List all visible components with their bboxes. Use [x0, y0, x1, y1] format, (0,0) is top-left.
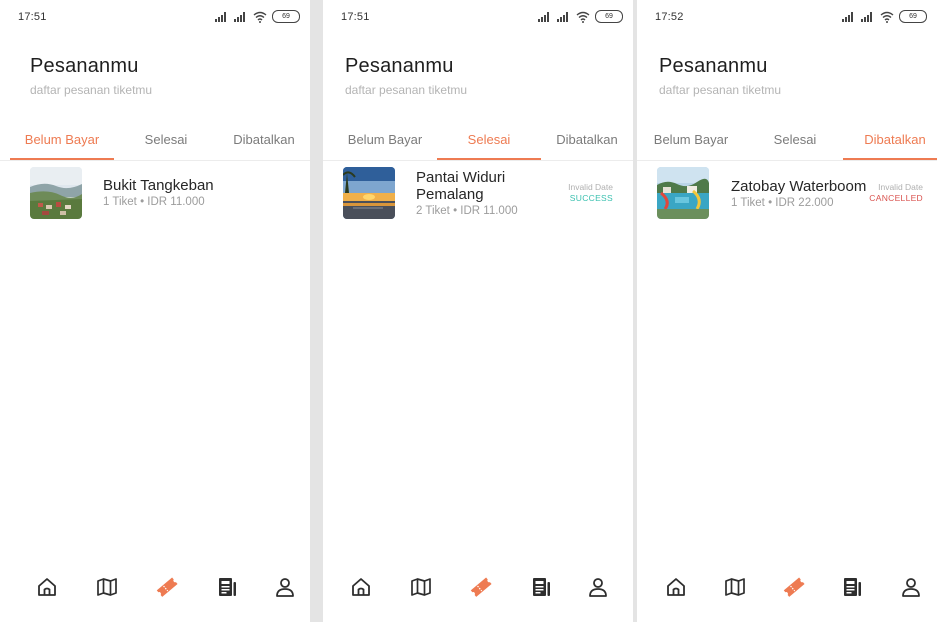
battery-icon: 69: [272, 10, 300, 23]
order-tabs: Belum Bayar Selesai Dibatalkan: [323, 124, 633, 161]
tab-selesai[interactable]: Selesai: [437, 124, 541, 160]
signal-icon: [557, 12, 568, 22]
order-date: Invalid Date: [568, 182, 613, 192]
tab-belum-bayar[interactable]: Belum Bayar: [639, 124, 743, 160]
home-icon[interactable]: [348, 574, 374, 600]
profile-icon[interactable]: [272, 574, 298, 600]
tab-dibatalkan[interactable]: Dibatalkan: [843, 124, 937, 160]
order-ticket-summary: 2 Tiket • IDR 11.000: [416, 205, 518, 217]
tab-selesai[interactable]: Selesai: [114, 124, 218, 160]
bottom-navigation: [637, 562, 937, 622]
bottom-navigation: [0, 562, 310, 622]
beach-sunset-thumbnail: [343, 167, 395, 219]
page-subtitle: daftar pesanan tiketmu: [345, 83, 468, 97]
status-time: 17:51: [341, 11, 370, 23]
wifi-icon: [576, 11, 590, 23]
page-title: Pesananmu: [345, 55, 454, 77]
hillside-town-thumbnail: [30, 167, 82, 219]
map-icon[interactable]: [408, 574, 434, 600]
tab-selesai[interactable]: Selesai: [743, 124, 847, 160]
profile-icon[interactable]: [585, 574, 611, 600]
ticket-icon[interactable]: [154, 574, 180, 600]
tab-belum-bayar[interactable]: Belum Bayar: [333, 124, 437, 160]
status-icons: 69: [215, 10, 300, 23]
status-icons: 69: [842, 10, 927, 23]
bottom-navigation: [323, 562, 633, 622]
home-icon[interactable]: [663, 574, 689, 600]
order-ticket-summary: 1 Tiket • IDR 22.000: [731, 197, 834, 209]
status-bar: 17:51 69: [323, 0, 633, 30]
tab-belum-bayar[interactable]: Belum Bayar: [10, 124, 114, 160]
signal-icon: [538, 12, 549, 22]
waterpark-thumbnail: [657, 167, 709, 219]
phone-screen-belum-bayar: 17:51 69 Pesananmu daftar pesanan tiketm…: [0, 0, 310, 622]
page-subtitle: daftar pesanan tiketmu: [659, 83, 782, 97]
order-destination-name: Zatobay Waterboom: [731, 178, 867, 195]
battery-icon: 69: [595, 10, 623, 23]
phone-screen-dibatalkan: 17:52 69 Pesananmu daftar pesanan tiketm…: [637, 0, 937, 622]
wifi-icon: [253, 11, 267, 23]
signal-icon: [234, 12, 245, 22]
phone-screen-selesai: 17:51 69 Pesananmu daftar pesanan tiketm…: [323, 0, 633, 622]
order-ticket-summary: 1 Tiket • IDR 11.000: [103, 196, 205, 208]
battery-icon: 69: [899, 10, 927, 23]
status-time: 17:52: [655, 11, 684, 23]
ticket-icon[interactable]: [781, 574, 807, 600]
tab-dibatalkan[interactable]: Dibatalkan: [218, 124, 310, 160]
signal-icon: [215, 12, 226, 22]
order-list-item[interactable]: Bukit Tangkeban 1 Tiket • IDR 11.000: [30, 167, 300, 221]
order-tabs: Belum Bayar Selesai Dibatalkan: [637, 124, 937, 161]
page-subtitle: daftar pesanan tiketmu: [30, 83, 153, 97]
status-bar: 17:51 69: [0, 0, 310, 30]
status-icons: 69: [538, 10, 623, 23]
profile-icon[interactable]: [898, 574, 924, 600]
order-list-item[interactable]: Zatobay Waterboom 1 Tiket • IDR 22.000 I…: [657, 167, 927, 221]
news-icon[interactable]: [839, 574, 865, 600]
map-icon[interactable]: [722, 574, 748, 600]
order-destination-name: Pantai Widuri Pemalang: [416, 169, 506, 203]
order-status-badge: CANCELLED: [869, 193, 923, 203]
order-tabs: Belum Bayar Selesai Dibatalkan: [0, 124, 310, 161]
home-icon[interactable]: [34, 574, 60, 600]
order-status-badge: SUCCESS: [569, 193, 613, 203]
tab-dibatalkan[interactable]: Dibatalkan: [541, 124, 633, 160]
wifi-icon: [880, 11, 894, 23]
order-date: Invalid Date: [878, 182, 923, 192]
signal-icon: [861, 12, 872, 22]
map-icon[interactable]: [94, 574, 120, 600]
signal-icon: [842, 12, 853, 22]
order-list-item[interactable]: Pantai Widuri Pemalang 2 Tiket • IDR 11.…: [343, 167, 623, 221]
page-title: Pesananmu: [30, 55, 139, 77]
ticket-icon[interactable]: [468, 574, 494, 600]
news-icon[interactable]: [214, 574, 240, 600]
news-icon[interactable]: [528, 574, 554, 600]
order-destination-name: Bukit Tangkeban: [103, 177, 214, 194]
page-title: Pesananmu: [659, 55, 768, 77]
status-bar: 17:52 69: [637, 0, 937, 30]
status-time: 17:51: [18, 11, 47, 23]
